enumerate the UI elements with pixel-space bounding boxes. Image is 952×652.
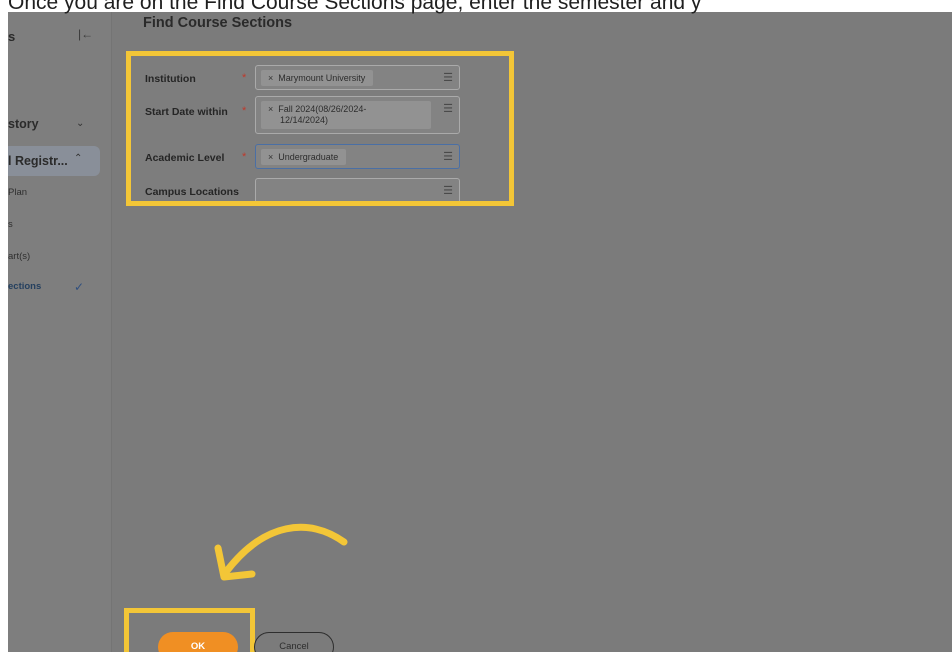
start-date-chip: × Fall 2024(08/26/2024- 12/14/2024) [261,101,431,129]
curved-arrow-icon [214,523,348,581]
sidebar-title: s [8,29,16,44]
list-icon[interactable]: ☰ [443,150,453,163]
required-marker: * [242,72,247,84]
institution-chip: × Marymount University [261,70,374,86]
institution-value: Marymount University [278,73,366,83]
sidebar-item-label: s [8,219,13,230]
find-course-sections-form: Institution * × Marymount University ☰ St… [126,51,514,206]
academic-level-value: Undergraduate [278,152,339,162]
campus-locations-field[interactable]: ☰ [255,178,460,201]
sidebar-item-label: art(s) [8,251,31,262]
ok-button[interactable]: OK [158,632,238,652]
institution-row: Institution * × Marymount University ☰ [131,63,509,93]
required-marker: * [242,105,247,117]
required-marker: * [242,151,247,163]
start-date-value-line2: 12/14/2024) [280,115,329,125]
page-title: Find Course Sections [143,15,293,31]
start-date-value-line1: Fall 2024(08/26/2024- [278,104,367,114]
academic-level-field[interactable]: × Undergraduate ☰ [255,144,460,169]
academic-level-row: Academic Level * × Undergraduate ☰ [131,142,509,172]
start-date-row: Start Date within * × Fall 2024(08/26/202… [131,96,509,136]
remove-chip-icon[interactable]: × [268,152,273,162]
list-icon[interactable]: ☰ [443,184,453,197]
checkmark-icon: ✓ [74,280,85,294]
chevron-down-icon[interactable]: ⌄ [76,118,84,129]
sidebar-subitem-cart[interactable]: art(s) [8,246,30,268]
sidebar-item-label: story [8,117,39,131]
sidebar-subitem-plan[interactable]: Plan [8,182,27,204]
app-window: s |← story ⌄ l Registr... ⌃ Plan s art(s… [8,12,952,652]
academic-level-chip: × Undergraduate [261,149,347,165]
list-icon[interactable]: ☰ [443,102,453,115]
sidebar-subitem-find-sections[interactable]: ections [8,276,41,298]
institution-field[interactable]: × Marymount University ☰ [255,65,460,90]
sidebar-item-label: ections [8,281,42,292]
sidebar: s |← story ⌄ l Registr... ⌃ Plan s art(s… [8,12,112,652]
sidebar-item-registration[interactable]: l Registr... [8,150,68,172]
campus-locations-row: Campus Locations ☰ [131,176,509,201]
remove-chip-icon[interactable]: × [268,104,273,114]
campus-locations-label: Campus Locations [145,186,239,198]
institution-label: Institution [145,73,196,85]
academic-level-label: Academic Level [145,152,225,164]
sidebar-item-label: l Registr... [8,154,68,168]
sidebar-subitem-s[interactable]: s [8,214,13,236]
chevron-up-icon[interactable]: ⌃ [74,153,82,164]
start-date-field[interactable]: × Fall 2024(08/26/2024- 12/14/2024) ☰ [255,96,460,134]
cancel-button[interactable]: Cancel [254,632,334,652]
list-icon[interactable]: ☰ [443,71,453,84]
instruction-caption: Once you are on the Find Course Sections… [8,0,702,14]
sidebar-item-label: Plan [8,187,28,198]
start-date-label: Start Date within [145,106,228,118]
collapse-icon[interactable]: |← [78,27,93,41]
sidebar-item-history[interactable]: story [8,113,39,135]
remove-chip-icon[interactable]: × [268,73,273,83]
